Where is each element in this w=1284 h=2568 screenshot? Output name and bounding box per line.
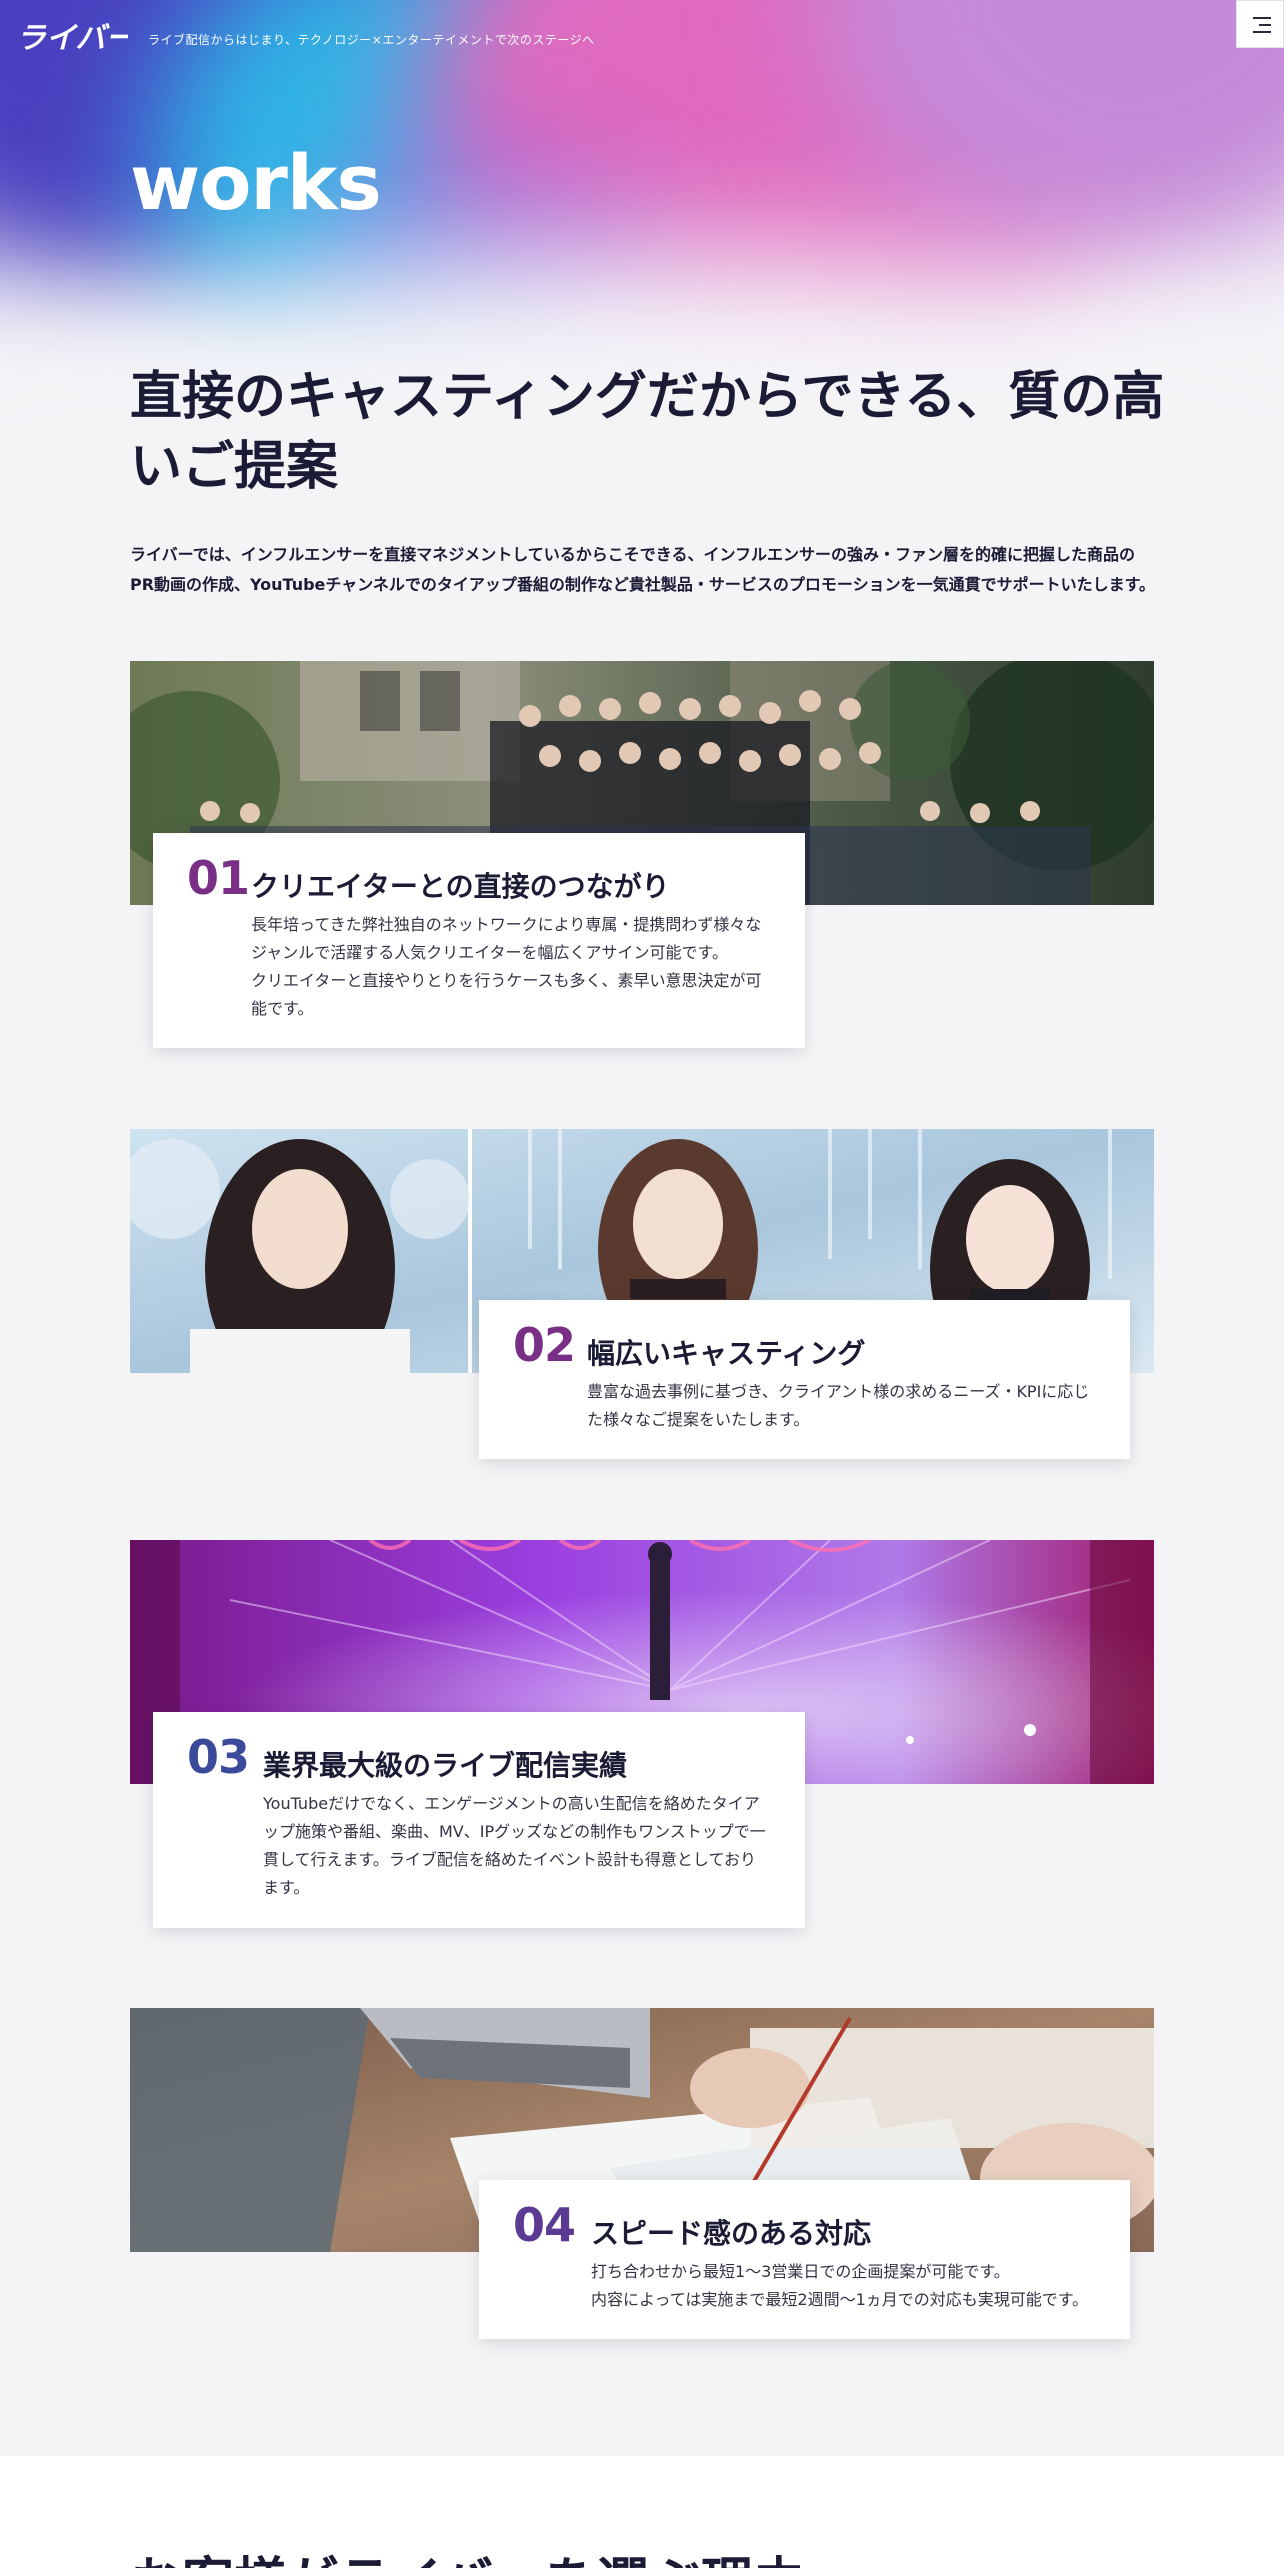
desc-line: ップ施策や番組、楽曲、MV、IPグッズなどの制作もワンストップで一: [263, 1822, 766, 1841]
intro-text: ライバーでは、インフルエンサーを直接マネジメントしているからこそできる、インフル…: [130, 540, 1180, 600]
desc-line: YouTubeだけでなく、エンゲージメントの高い生配信を絡めたタイア: [263, 1794, 760, 1813]
desc-line: た様々なご提案をいたします。: [587, 1410, 810, 1429]
feature-number: 01: [187, 851, 250, 905]
desc-line: クリエイターと直接やりとりを行うケースも多く、素早い意思決定が可: [251, 971, 762, 990]
desc-line: 内容によっては実施まで最短2週間～1ヵ月での対応も実現可能です。: [591, 2290, 1089, 2309]
desc-line: 貫して行えます。ライブ配信を絡めたイベント設計も得意としており: [263, 1850, 756, 1869]
desc-line: 打ち合わせから最短1～3営業日での企画提案が可能です。: [591, 2262, 1010, 2281]
desc-line: 豊富な過去事例に基づき、クライアント様の求めるニーズ・KPIに応じ: [587, 1382, 1090, 1401]
brand-logo[interactable]: ライバー: [16, 18, 136, 58]
intro-line: ライバーでは、インフルエンサーを直接マネジメントしているからこそできる、インフル…: [130, 545, 1135, 564]
page: ライバー ライブ配信からはじまり、テクノロジー×エンターテイメントで次のステージ…: [0, 0, 1284, 2568]
feature-title: 業界最大級のライブ配信実績: [263, 1749, 628, 1782]
menu-button[interactable]: [1236, 0, 1284, 48]
feature-card-02: 02 幅広いキャスティング 豊富な過去事例に基づき、クライアント様の求めるニーズ…: [479, 1300, 1130, 1459]
feature-card-04: 04 スピード感のある対応 打ち合わせから最短1～3営業日での企画提案が可能です…: [479, 2180, 1130, 2339]
feature-number: 03: [187, 1730, 250, 1784]
feature-title: クリエイターとの直接のつながり: [251, 870, 670, 903]
next-section-heading: お客様がライバーを選ぶ理由: [130, 2540, 805, 2568]
lead-heading: 直接のキャスティングだからできる、質の高いご提案: [130, 367, 1165, 497]
hamburger-icon-line: [1253, 31, 1271, 33]
feature-description: 打ち合わせから最短1～3営業日での企画提案が可能です。 内容によっては実施まで最…: [591, 2258, 1121, 2314]
site-header: ライバー ライブ配信からはじまり、テクノロジー×エンターテイメントで次のステージ…: [0, 0, 1284, 80]
feature-title: 幅広いキャスティング: [587, 1337, 866, 1370]
page-title: works: [130, 138, 382, 227]
desc-line: ます。: [263, 1878, 310, 1897]
header-tagline: ライブ配信からはじまり、テクノロジー×エンターテイメントで次のステージへ: [148, 33, 595, 47]
intro-line: PR動画の作成、YouTubeチャンネルでのタイアップ番組の制作など貴社製品・サ…: [130, 575, 1156, 594]
feature-card-03: 03 業界最大級のライブ配信実績 YouTubeだけでなく、エンゲージメントの高…: [153, 1712, 805, 1928]
hamburger-icon-line: [1259, 24, 1271, 26]
feature-card-01: 01 クリエイターとの直接のつながり 長年培ってきた弊社独自のネットワークにより…: [153, 833, 805, 1048]
feature-description: 長年培ってきた弊社独自のネットワークにより専属・提携問わず様々な ジャンルで活躍…: [251, 911, 781, 1023]
feature-description: YouTubeだけでなく、エンゲージメントの高い生配信を絡めたタイア ップ施策や…: [263, 1790, 783, 1902]
feature-number: 04: [513, 2198, 576, 2252]
desc-line: 長年培ってきた弊社独自のネットワークにより専属・提携問わず様々な: [251, 915, 762, 934]
feature-title: スピード感のある対応: [591, 2217, 872, 2250]
feature-number: 02: [513, 1318, 576, 1372]
desc-line: 能です。: [251, 999, 314, 1018]
feature-description: 豊富な過去事例に基づき、クライアント様の求めるニーズ・KPIに応じ た様々なご提…: [587, 1378, 1117, 1434]
desc-line: ジャンルで活躍する人気クリエイターを幅広くアサイン可能です。: [251, 943, 728, 962]
hamburger-icon: [1253, 17, 1271, 19]
logo-wordmark: ライバー: [16, 21, 128, 56]
